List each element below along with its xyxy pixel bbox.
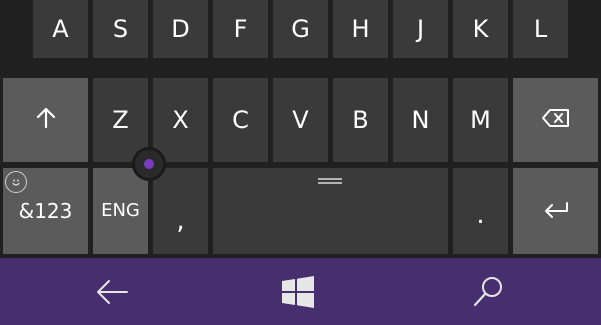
key-x[interactable]: X xyxy=(153,78,208,162)
backspace-icon xyxy=(541,108,571,132)
windows-logo-icon xyxy=(281,275,315,308)
key-f[interactable]: F xyxy=(213,0,268,58)
key-d[interactable]: D xyxy=(153,0,208,58)
key-label: F xyxy=(233,15,248,43)
comma-key[interactable]: , xyxy=(153,168,208,254)
key-label: K xyxy=(472,15,489,43)
start-button[interactable] xyxy=(258,258,338,325)
key-s[interactable]: S xyxy=(93,0,148,58)
key-label: , xyxy=(176,206,185,236)
period-key[interactable]: . xyxy=(453,168,508,254)
key-label: C xyxy=(232,106,249,134)
key-label: . xyxy=(476,200,485,230)
key-label: L xyxy=(533,15,548,43)
key-b[interactable]: B xyxy=(333,78,388,162)
navigation-bar xyxy=(0,258,601,325)
key-label: &123 xyxy=(18,199,73,223)
key-label: H xyxy=(351,15,370,43)
key-label: Z xyxy=(112,106,129,134)
key-n[interactable]: N xyxy=(393,78,448,162)
backspace-key[interactable] xyxy=(513,78,598,162)
key-label: A xyxy=(52,15,69,43)
key-label: J xyxy=(416,15,425,43)
enter-icon xyxy=(542,199,570,223)
key-k[interactable]: K xyxy=(453,0,508,58)
key-label: N xyxy=(411,106,430,134)
cursor-control-dot xyxy=(144,159,154,169)
key-j[interactable]: J xyxy=(393,0,448,58)
search-button[interactable] xyxy=(448,258,528,325)
back-button[interactable] xyxy=(72,258,152,325)
language-key[interactable]: ENG xyxy=(93,168,148,254)
key-l[interactable]: L xyxy=(513,0,568,58)
key-label: M xyxy=(470,106,491,134)
key-label: ENG xyxy=(101,200,140,221)
shift-key[interactable] xyxy=(3,78,88,162)
key-label: V xyxy=(292,106,309,134)
key-label: B xyxy=(352,106,369,134)
key-v[interactable]: V xyxy=(273,78,328,162)
key-h[interactable]: H xyxy=(333,0,388,58)
key-g[interactable]: G xyxy=(273,0,328,58)
back-arrow-icon xyxy=(94,278,130,306)
key-a[interactable]: A xyxy=(33,0,88,58)
up-arrow-icon xyxy=(36,107,56,133)
on-screen-keyboard: A S D F G H J K L Z X C V B N M &123 ENG… xyxy=(0,0,601,325)
key-label: S xyxy=(112,15,129,43)
key-label: X xyxy=(172,106,189,134)
space-bar-handle xyxy=(318,178,342,184)
enter-key[interactable] xyxy=(513,168,598,254)
key-m[interactable]: M xyxy=(453,78,508,162)
key-c[interactable]: C xyxy=(213,78,268,162)
search-icon xyxy=(471,275,505,309)
key-label: D xyxy=(171,15,190,43)
cursor-control[interactable] xyxy=(132,147,166,181)
key-label: G xyxy=(291,15,310,43)
numbers-symbols-key[interactable]: &123 xyxy=(3,168,88,254)
